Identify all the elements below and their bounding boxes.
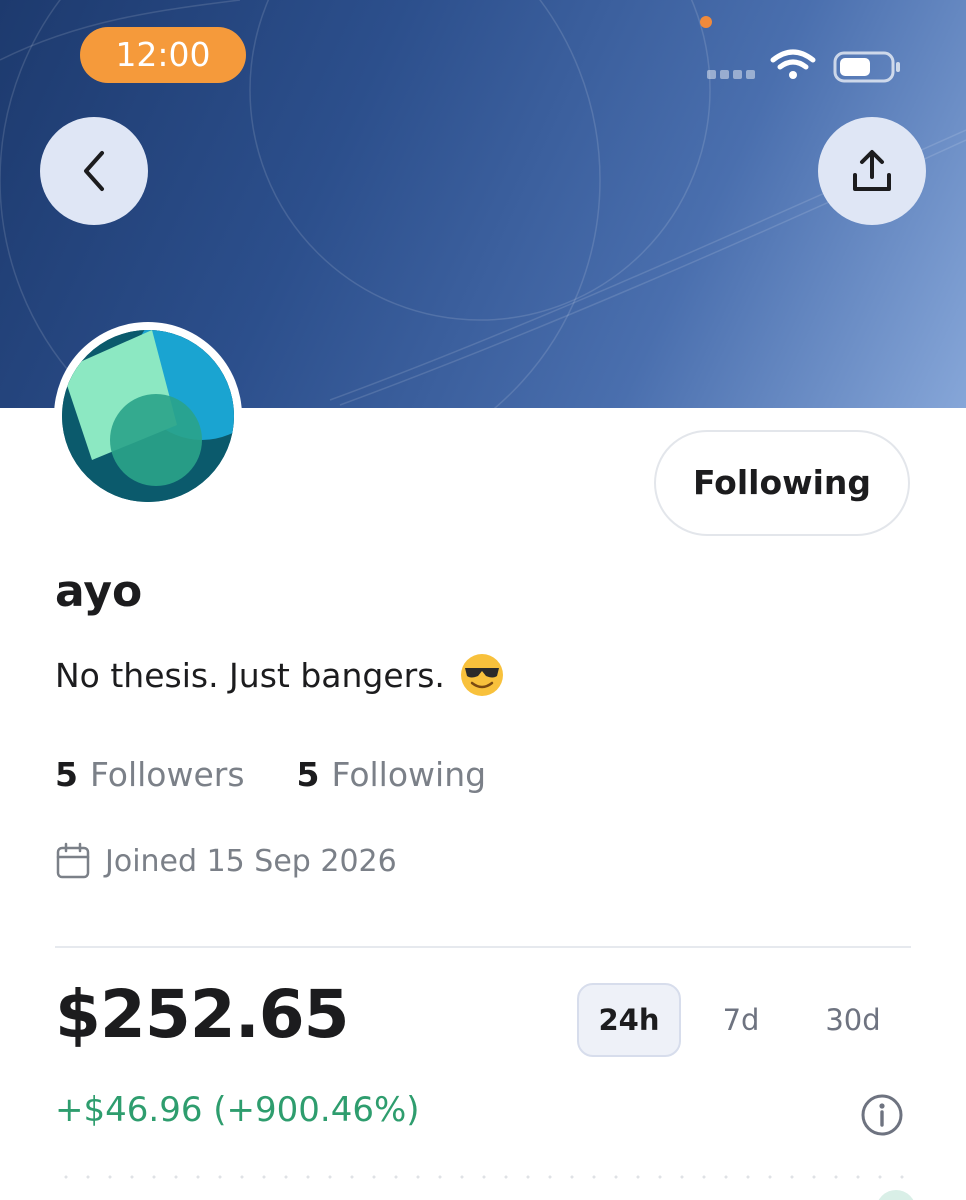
recording-indicator-dot: [700, 16, 712, 28]
status-icons: [707, 49, 900, 83]
period-7d[interactable]: 7d: [689, 983, 793, 1057]
follow-stats: 5 Followers 5 Following: [55, 755, 538, 794]
battery-icon: [833, 51, 900, 83]
followers-stat[interactable]: 5 Followers: [55, 755, 245, 794]
period-30d[interactable]: 30d: [801, 983, 905, 1057]
period-24h[interactable]: 24h: [577, 983, 681, 1057]
following-count: 5: [296, 755, 320, 794]
chevron-left-icon: [84, 151, 104, 191]
username: ayo: [55, 566, 143, 617]
period-selector: 24h 7d 30d: [577, 983, 913, 1057]
chart-baseline-dots: [55, 1175, 911, 1179]
status-time: 12:00: [80, 27, 246, 83]
followers-count: 5: [55, 755, 78, 794]
share-button[interactable]: [818, 117, 926, 225]
followers-label: Followers: [89, 755, 245, 794]
sunglasses-emoji-icon: [460, 654, 503, 696]
share-upload-icon: [853, 150, 891, 191]
partial-indicator: [876, 1190, 916, 1200]
calendar-icon: [56, 842, 90, 879]
avatar-image: [62, 330, 234, 502]
avatar[interactable]: [54, 322, 242, 510]
portfolio-change: +$46.96 (+900.46%): [55, 1090, 420, 1130]
following-stat[interactable]: 5 Following: [297, 755, 487, 794]
portfolio-balance: $252.65: [55, 976, 350, 1053]
info-icon[interactable]: [860, 1093, 904, 1137]
following-label: Following: [331, 755, 487, 794]
back-button[interactable]: [40, 117, 148, 225]
joined-date: Joined 15 Sep 2026: [55, 842, 397, 880]
signal-icon: [707, 70, 755, 79]
wifi-icon: [770, 49, 816, 70]
section-divider: [55, 946, 911, 948]
joined-text: Joined 15 Sep 2026: [105, 843, 397, 879]
bio: No thesis. Just bangers.: [55, 652, 505, 698]
bio-text: No thesis. Just bangers.: [55, 655, 445, 695]
following-button[interactable]: Following: [654, 430, 910, 536]
